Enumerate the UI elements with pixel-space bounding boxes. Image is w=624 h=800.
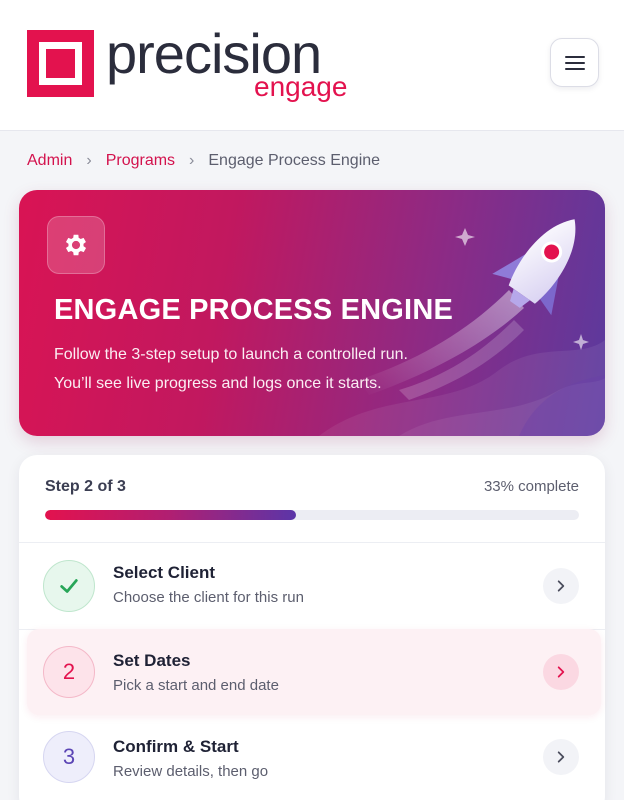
hero-banner: ENGAGE PROCESS ENGINE Follow the 3-step …: [19, 190, 605, 436]
hero-description-line-2: You’ll see live progress and logs once i…: [54, 375, 382, 392]
breadcrumb-separator: ›: [189, 152, 195, 169]
menu-button[interactable]: [550, 38, 599, 87]
breadcrumb-current: Engage Process Engine: [208, 152, 381, 169]
chevron-right-icon: [557, 751, 565, 763]
hamburger-menu-icon: [565, 56, 585, 58]
breadcrumb-admin[interactable]: Admin: [27, 152, 72, 170]
step-counter: Step 2 of 3: [45, 478, 126, 495]
hero-description-line-1: Follow the 3-step setup to launch a cont…: [54, 346, 408, 363]
precision-logo-icon[interactable]: [27, 30, 94, 97]
step-confirm-start[interactable]: 3 Confirm & Start Review details, then g…: [19, 717, 605, 800]
chevron-right-icon: [557, 666, 565, 678]
step-title: Set Dates: [113, 651, 191, 670]
breadcrumb-separator: ›: [86, 152, 92, 169]
step-complete-badge: [43, 560, 95, 612]
step-title: Confirm & Start: [113, 737, 239, 756]
breadcrumb-programs[interactable]: Programs: [106, 152, 175, 170]
step-title: Select Client: [113, 563, 216, 582]
brand-subname: engage: [254, 71, 348, 102]
setup-steps-card: Step 2 of 3 33% complete Select Client C…: [19, 455, 605, 800]
step-set-dates[interactable]: 2 Set Dates Pick a start and end date: [27, 629, 601, 715]
checkmark-icon: [60, 579, 78, 593]
settings-button[interactable]: [47, 216, 105, 274]
step-subtitle: Choose the client for this run: [113, 589, 304, 606]
step-open-button[interactable]: [543, 739, 579, 775]
progress-bar-fill: [45, 510, 296, 520]
step-select-client[interactable]: Select Client Choose the client for this…: [19, 543, 605, 629]
step-subtitle: Pick a start and end date: [113, 677, 279, 694]
progress-percent: 33% complete: [483, 478, 579, 495]
progress-bar: [45, 510, 579, 520]
step-open-button[interactable]: [543, 654, 579, 690]
breadcrumb: Admin › Programs › Engage Process Engine: [27, 150, 380, 172]
step-number-badge: 2: [43, 646, 95, 698]
step-subtitle: Review details, then go: [113, 763, 269, 780]
app-header: precision engage: [0, 0, 624, 131]
chevron-right-icon: [557, 580, 565, 592]
step-number-badge: 3: [43, 731, 95, 783]
step-open-button[interactable]: [543, 568, 579, 604]
hero-title: ENGAGE PROCESS ENGINE: [54, 294, 453, 326]
gear-icon: [65, 234, 87, 256]
